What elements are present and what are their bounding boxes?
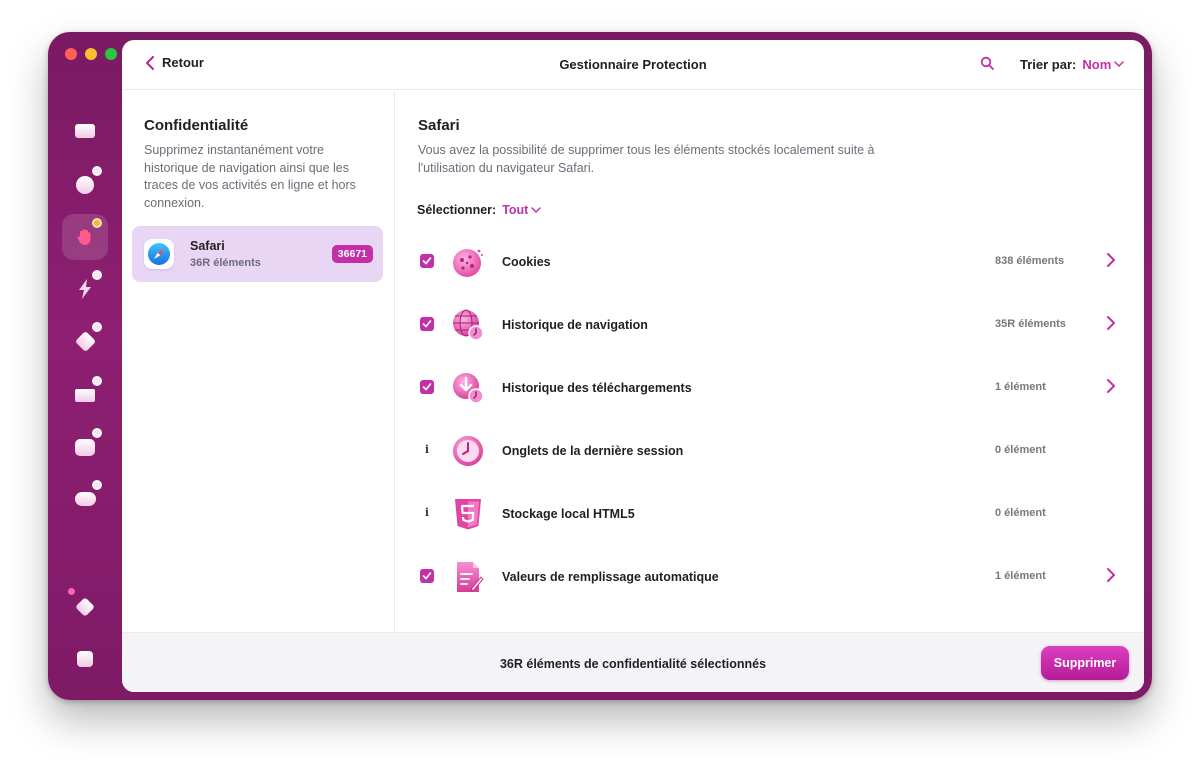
select-control: Sélectionner: Tout [417,203,542,217]
selection-summary: 36R éléments de confidentialité sélectio… [499,657,767,671]
chart-icon [77,651,93,667]
item-count: 0 élément [995,444,1046,456]
status-dot [92,166,102,176]
list-item[interactable]: Valeurs de remplissage automatique 1 élé… [396,545,1144,608]
list-item[interactable]: i Stockage local HTML5 0 élément [396,482,1144,545]
item-name: Historique de navigation [502,318,648,332]
select-label: Sélectionner: [417,203,497,217]
status-dot [92,270,102,280]
chevron-down-icon [1114,61,1124,68]
app-card-safari[interactable]: Safari 36R éléments 36671 [132,226,383,282]
status-dot [92,322,102,332]
category-title: Confidentialité [144,117,249,134]
sort-control: Trier par: Nom [1020,57,1124,72]
layers-icon [75,597,95,617]
rail-item-space-lens[interactable] [62,424,108,470]
item-count: 0 élément [995,507,1046,519]
info-icon[interactable]: i [420,443,434,457]
app-item-count: 36R éléments [190,257,261,269]
globe-icon [453,309,484,341]
sort-label: Trier par: [1020,57,1077,72]
cloud-icon [74,492,96,506]
item-count: 1 élément [995,570,1046,582]
monitor-icon [75,124,95,138]
hand-icon [77,229,91,245]
autofill-icon [457,562,484,592]
rail-item-files[interactable] [62,372,108,418]
status-dot [92,428,102,438]
chevron-right-icon[interactable] [1106,378,1116,394]
app-size-badge: 36671 [331,245,373,263]
chevron-down-icon [531,206,542,213]
app-name: Safari [190,239,225,253]
magnifier-folder-icon [75,438,95,456]
toolbar: Retour Gestionnaire Protection Trier par… [122,40,1144,90]
search-icon[interactable] [980,56,994,70]
item-name: Valeurs de remplissage automatique [502,570,719,584]
detail-pane: Safari Vous avez la possibilité de suppr… [396,91,1144,632]
chevron-right-icon[interactable] [1106,567,1116,583]
detail-title: Safari [418,117,460,134]
item-checkbox[interactable] [420,380,434,394]
delete-button[interactable]: Supprimer [1041,646,1129,680]
status-dot [92,218,102,228]
clock-icon [453,436,483,466]
rail-item-cleanup[interactable] [62,162,108,208]
item-checkbox[interactable] [420,317,434,331]
sort-dropdown[interactable]: Nom [1082,57,1124,72]
chevron-right-icon[interactable] [1106,252,1116,268]
status-dot [92,376,102,386]
nav-rail [48,32,122,700]
rail-item-smart-scan[interactable] [62,108,108,154]
detail-description: Vous avez la possibilité de supprimer to… [418,143,875,175]
select-dropdown[interactable]: Tout [502,203,542,217]
list-item[interactable]: Cookies 838 éléments [396,230,1144,293]
apps-icon [74,330,96,352]
rail-item-applications[interactable] [62,318,108,364]
item-checkbox[interactable] [420,569,434,583]
item-checkbox[interactable] [420,254,434,268]
rail-item-cloud[interactable] [62,476,108,522]
lightning-icon [79,279,91,299]
info-icon[interactable]: i [420,506,434,520]
item-count: 838 éléments [995,255,1065,267]
item-name: Cookies [502,255,551,269]
category-sidebar: Confidentialité Supprimez instantanément… [122,91,395,632]
item-name: Onglets de la dernière session [502,444,684,458]
category-description: Supprimez instantanément votre historiqu… [144,143,356,210]
rail-item-stats[interactable] [62,636,108,682]
folder-icon [75,388,95,402]
html5-icon [455,499,481,530]
status-dot [68,588,75,595]
rail-item-performance[interactable] [62,266,108,312]
list-item[interactable]: i Onglets de la dernière session 0 éléme… [396,419,1144,482]
disc-icon [76,176,94,194]
status-dot [92,480,102,490]
rail-item-assistant[interactable] [62,584,108,630]
safari-icon [144,239,174,269]
privacy-item-list: Cookies 838 éléments Historique de navig… [396,230,1144,608]
download-history-icon [453,373,484,404]
cookie-icon [453,249,483,277]
item-name: Historique des téléchargements [502,381,692,395]
chevron-right-icon[interactable] [1106,315,1116,331]
item-count: 35R éléments [995,318,1066,330]
app-window: Retour Gestionnaire Protection Trier par… [48,32,1152,700]
main-panel: Retour Gestionnaire Protection Trier par… [122,40,1144,692]
item-name: Stockage local HTML5 [502,507,635,521]
sort-value: Nom [1082,57,1112,72]
item-count: 1 élément [995,381,1046,393]
list-item[interactable]: Historique de navigation 35R éléments [396,293,1144,356]
select-value: Tout [502,203,529,217]
list-item[interactable]: Historique des téléchargements 1 élément [396,356,1144,419]
rail-item-protection[interactable] [62,214,108,260]
action-footer: 36R éléments de confidentialité sélectio… [122,632,1144,692]
